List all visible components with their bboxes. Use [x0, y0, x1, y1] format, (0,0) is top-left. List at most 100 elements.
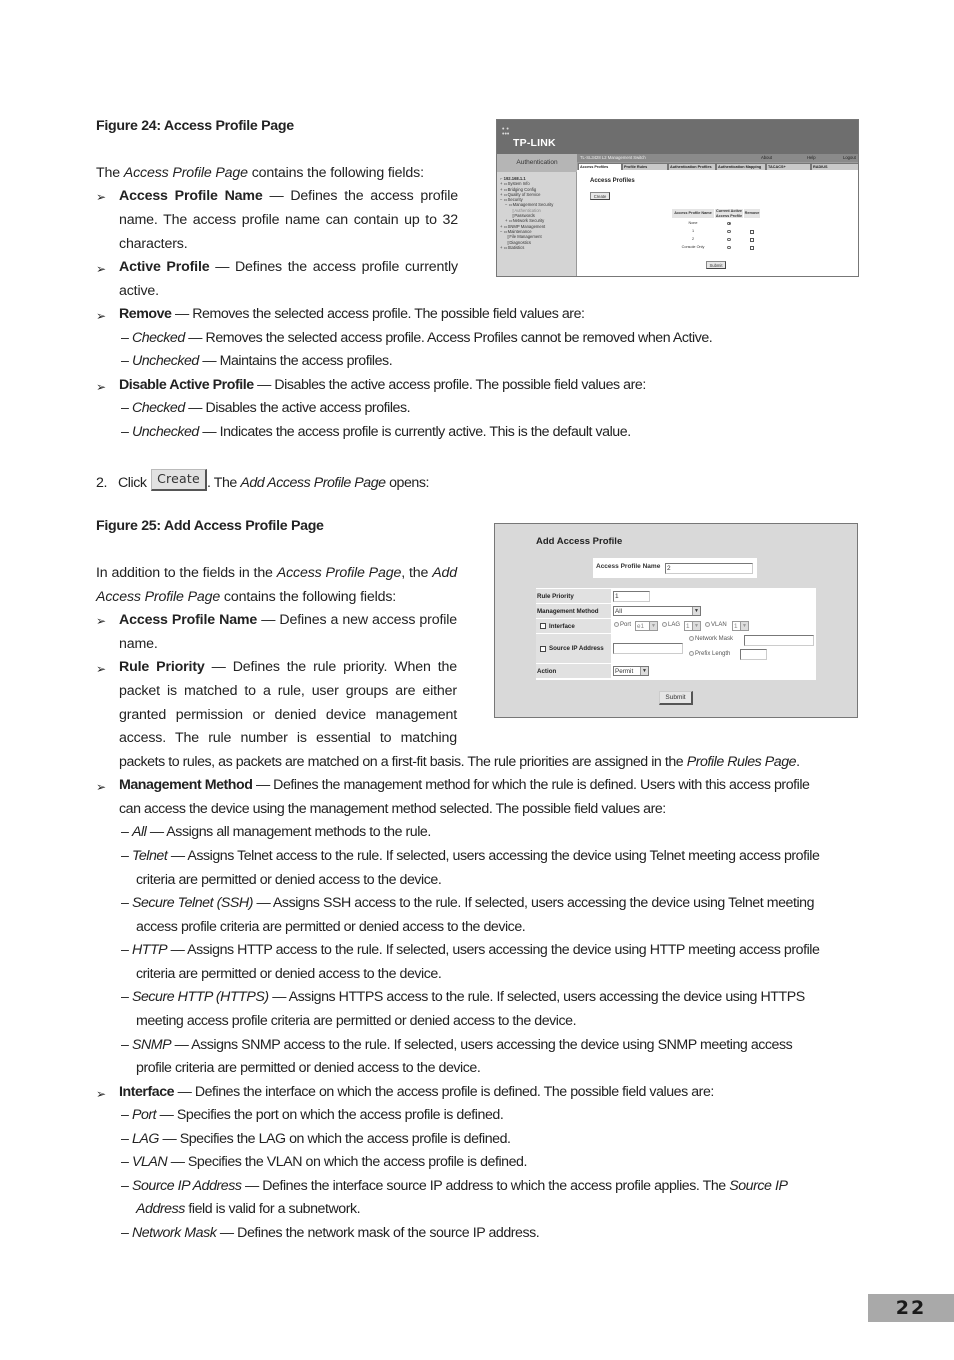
field-access-profile-name-l3: characters.	[119, 236, 188, 252]
method-http-l1: – HTTP — Assigns HTTP access to the rule…	[121, 942, 820, 958]
method-https-l1: – Secure HTTP (HTTPS) — Assigns HTTPS ac…	[121, 989, 805, 1005]
tab-bar: Access Profiles Profile Rules Authentica…	[577, 162, 858, 170]
intro-24: The Access Profile Page contains the fol…	[96, 165, 424, 181]
radio-icon	[614, 621, 619, 627]
method-snmp-l2: profile criteria are permitted or denied…	[136, 1060, 481, 1076]
active-radio[interactable]	[727, 245, 731, 249]
method-ssh-l2: access profile criteria are permitted or…	[136, 919, 526, 935]
access-profile-name-row: Access Profile Name 2	[593, 558, 757, 578]
source-ip-input[interactable]	[613, 643, 683, 654]
interface-vlan: – VLAN — Specifies the VLAN on which the…	[121, 1154, 527, 1170]
network-mask-input[interactable]	[744, 635, 814, 646]
interface-source-ip-l2: Address field is valid for a subnetwork.	[136, 1201, 361, 1217]
tab-authentication-mapping[interactable]: Authentication Mapping	[716, 163, 766, 170]
tab-tacacs[interactable]: TACACS+	[766, 163, 811, 170]
field-new-access-profile-name-l2: name.	[119, 636, 158, 652]
remove-checkbox[interactable]	[750, 245, 754, 250]
method-ssh-l1: – Secure Telnet (SSH) — Assigns SSH acce…	[121, 895, 815, 911]
interface-row: Interface Port e1 ▼ LAG 1 ▼ VLAN 1 ▼	[536, 619, 816, 633]
help-link[interactable]: Help	[807, 154, 816, 162]
brand-logo: TP-LINK	[513, 137, 556, 149]
prefix-length-input[interactable]	[740, 649, 767, 660]
access-profile-screenshot: • • ••• TP-LINK Authentication ⌐ 192.168.…	[496, 119, 859, 277]
bullet-arrow-icon	[96, 380, 106, 394]
port-select[interactable]: e1 ▼	[635, 621, 658, 631]
field-disable-active-profile: Disable Active Profile — Disables the ac…	[119, 377, 646, 393]
main-content: Access Profiles Create Access Profile Na…	[577, 170, 858, 276]
field-new-access-profile-name-l1: Access Profile Name — Defines a new acce…	[119, 612, 457, 628]
lag-radio[interactable]: LAG	[662, 621, 680, 630]
source-ip-label: Source IP Address	[549, 645, 604, 652]
step-2-number: 2.	[96, 475, 107, 491]
submit-button[interactable]: Submit	[706, 261, 726, 269]
rule-priority-label: Rule Priority	[536, 589, 611, 603]
row-name: None	[688, 221, 698, 225]
field-rule-priority-l4: access. The rule number is essential to …	[119, 730, 457, 746]
step-2-text: . The Add Access Profile Page opens:	[207, 475, 429, 491]
logout-link[interactable]: Logout	[843, 154, 856, 162]
rule-priority-input[interactable]: 1	[613, 591, 650, 602]
interface-source-ip-l1: – Source IP Address — Defines the interf…	[121, 1178, 788, 1194]
row-name: 1	[691, 229, 695, 233]
interface-checkbox[interactable]	[540, 623, 546, 629]
row-name: 2	[691, 237, 695, 241]
interface-lag: – LAG — Specifies the LAG on which the a…	[121, 1131, 511, 1147]
field-interface: Interface — Defines the interface on whi…	[119, 1084, 714, 1100]
field-management-method-l1: Management Method — Defines the manageme…	[119, 777, 810, 793]
method-telnet-l2: criteria are permitted or denied access …	[136, 872, 442, 888]
active-radio[interactable]	[727, 237, 731, 241]
banner: • • ••• TP-LINK	[497, 120, 858, 154]
device-title-bar: TL-SL3428 L2 Management Switch About Hel…	[577, 154, 858, 162]
disable-value-checked: – Checked — Disables the active access p…	[121, 400, 411, 416]
row-name: Console Only	[681, 245, 705, 249]
interface-label-cell: Interface	[536, 619, 611, 633]
col-header-name: Access Profile Name	[672, 209, 714, 218]
figure-24-caption: Figure 24: Access Profile Page	[96, 118, 294, 134]
tab-access-profiles[interactable]: Access Profiles	[578, 163, 622, 170]
active-radio[interactable]	[727, 221, 731, 225]
nav-tree: ⌐ 192.168.1.1 + ▭System Info + ▭Bridging…	[500, 176, 553, 250]
intro-25-l2: Access Profile Page contains the followi…	[96, 589, 397, 605]
chevron-down-icon: ▼	[640, 667, 648, 675]
action-select[interactable]: Permit ▼	[613, 666, 649, 676]
method-snmp-l1: – SNMP — Assigns SNMP access to the rule…	[121, 1037, 793, 1053]
management-method-select[interactable]: All ▼	[613, 606, 701, 616]
bullet-arrow-icon	[96, 1087, 106, 1101]
radio-icon	[689, 635, 694, 641]
tab-authentication-profiles[interactable]: Authentication Profiles	[668, 163, 716, 170]
bullet-arrow-icon	[96, 190, 106, 204]
about-link[interactable]: About	[761, 154, 772, 162]
active-radio[interactable]	[727, 229, 731, 233]
field-management-method-l2: can access the device using the manageme…	[119, 801, 666, 817]
vlan-radio[interactable]: VLAN	[705, 621, 727, 630]
submit-button[interactable]: Submit	[659, 691, 693, 705]
field-rule-priority-l3: granted permission or denied device mana…	[119, 707, 457, 723]
create-button[interactable]: Create	[151, 469, 207, 491]
access-profile-name-label: Access Profile Name	[596, 563, 661, 570]
create-button[interactable]: Create	[590, 192, 610, 200]
remove-checkbox[interactable]	[750, 237, 754, 242]
form-title: Add Access Profile	[536, 536, 623, 547]
method-all: – All — Assigns all management methods t…	[121, 824, 431, 840]
source-ip-checkbox[interactable]	[540, 645, 546, 652]
page-heading: Access Profiles	[590, 178, 635, 184]
vlan-select[interactable]: 1 ▼	[732, 621, 749, 631]
prefix-length-radio[interactable]: Prefix Length	[689, 650, 730, 659]
remove-checkbox[interactable]	[750, 229, 754, 234]
field-rule-priority-l2: packet is matched to a rule, user groups…	[119, 683, 457, 699]
page-number: 22	[868, 1294, 954, 1322]
chevron-down-icon: ▼	[692, 622, 700, 630]
lag-select[interactable]: 1 ▼	[684, 621, 701, 631]
tree-item[interactable]: + ▭Statistics	[500, 245, 553, 250]
sidebar-header: Authentication	[497, 154, 577, 172]
radio-icon	[705, 621, 710, 627]
access-profile-name-input[interactable]: 2	[665, 563, 753, 574]
field-remove: Remove — Removes the selected access pro…	[119, 306, 585, 322]
bullet-arrow-icon	[96, 614, 106, 628]
rule-priority-row: Rule Priority 1	[536, 589, 816, 603]
tab-radius[interactable]: RADIUS	[811, 163, 858, 170]
port-radio[interactable]: Port	[614, 621, 631, 630]
radio-icon	[662, 621, 667, 627]
network-mask-radio[interactable]: Network Mask	[689, 635, 733, 644]
tab-profile-rules[interactable]: Profile Rules	[622, 163, 668, 170]
